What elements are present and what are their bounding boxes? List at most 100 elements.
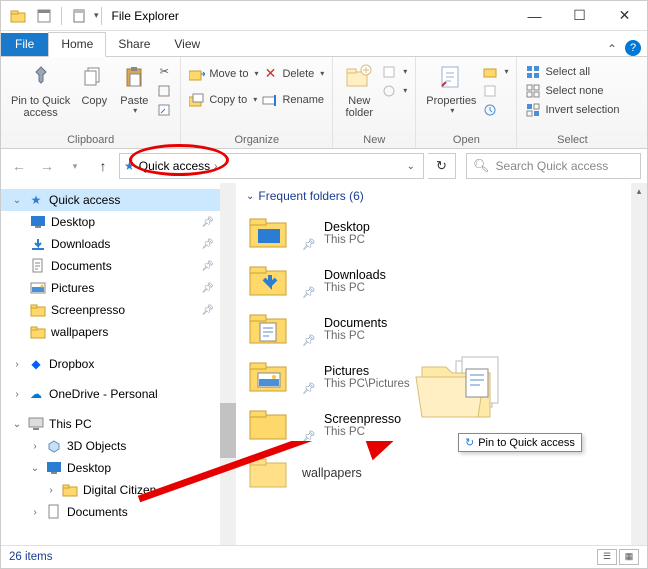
folder-icon	[7, 5, 29, 27]
address-bar[interactable]: ★ Quick access › ⌄	[119, 153, 424, 179]
nav-tp-documents[interactable]: ›Documents	[1, 501, 236, 523]
address-chevron-icon[interactable]: ›	[214, 161, 217, 172]
details-view-button[interactable]: ☰	[597, 549, 617, 565]
up-button[interactable]: ↑	[91, 154, 115, 178]
edit-button[interactable]	[480, 82, 510, 100]
properties-icon[interactable]	[68, 5, 90, 27]
dropbox-icon: ◆	[27, 355, 45, 373]
nav-this-pc[interactable]: ⌄This PC	[1, 413, 236, 435]
delete-button[interactable]: ✕Delete▾	[260, 61, 326, 87]
cut-button[interactable]: ✂	[154, 63, 174, 81]
new-folder-button[interactable]: New folder	[339, 59, 379, 121]
icons-view-button[interactable]: ▦	[619, 549, 639, 565]
select-none-button[interactable]: Select none	[523, 82, 621, 100]
pin-to-quick-access-button[interactable]: Pin to Quick access	[7, 59, 74, 121]
tab-file[interactable]: File	[1, 33, 48, 56]
folder-item-pictures[interactable]: 📌︎ PicturesThis PC\Pictures	[236, 353, 647, 401]
folder-icon	[29, 301, 47, 319]
folder-item-documents[interactable]: 📌︎ DocumentsThis PC	[236, 305, 647, 353]
copy-to-button[interactable]: Copy to▾	[187, 87, 260, 113]
pin-icon: 📌︎	[201, 239, 214, 250]
nav-screenpresso[interactable]: Screenpresso📌︎	[1, 299, 236, 321]
folder-name: Screenpresso	[324, 412, 401, 426]
properties-button[interactable]: Properties▾	[422, 59, 480, 118]
copy-path-button[interactable]	[154, 82, 174, 100]
back-button[interactable]: ←	[7, 154, 31, 178]
qat-dropdown-icon[interactable]: ▾	[94, 10, 99, 21]
open-button[interactable]: ▾	[480, 63, 510, 81]
nav-3d-objects[interactable]: ›3D Objects	[1, 435, 236, 457]
move-to-button[interactable]: Move to▾	[187, 61, 260, 87]
folder-item-screenpresso[interactable]: 📌︎ ScreenpressoThis PC	[236, 401, 647, 449]
paste-button[interactable]: Paste▾	[114, 59, 154, 118]
maximize-button[interactable]: ☐	[557, 1, 602, 31]
folder-item-downloads[interactable]: 📌︎ DownloadsThis PC	[236, 257, 647, 305]
nav-documents[interactable]: Documents📌︎	[1, 255, 236, 277]
folder-icon	[61, 481, 79, 499]
minimize-button[interactable]: —	[512, 1, 557, 31]
folder-item-desktop[interactable]: 📌︎ DesktopThis PC	[236, 209, 647, 257]
group-organize: Move to▾ Copy to▾ ✕Delete▾ Rename Organi…	[181, 57, 333, 148]
folder-item-wallpapers[interactable]: wallpapers	[236, 449, 647, 497]
paste-icon	[118, 61, 150, 93]
group-header[interactable]: ⌄Frequent folders (6)	[236, 183, 647, 209]
invert-selection-button[interactable]: Invert selection	[523, 101, 621, 119]
documents-icon	[29, 257, 47, 275]
new-window-icon[interactable]	[33, 5, 55, 27]
help-icon[interactable]: ?	[625, 40, 641, 56]
pin-action-icon: ↻	[465, 436, 474, 449]
rename-icon	[262, 92, 278, 108]
nav-wallpapers[interactable]: wallpapers	[1, 321, 236, 343]
select-all-icon	[525, 64, 541, 80]
folder-location: This PC	[324, 282, 386, 294]
downloads-folder-icon	[246, 261, 294, 301]
group-select: Select all Select none Invert selection …	[517, 57, 627, 148]
rename-button[interactable]: Rename	[260, 87, 326, 113]
select-all-button[interactable]: Select all	[523, 63, 621, 81]
refresh-button[interactable]: ↻	[428, 153, 456, 179]
tab-home[interactable]: Home	[48, 32, 106, 57]
pin-icon: 📌︎	[302, 382, 316, 395]
edit-icon	[482, 83, 498, 99]
nav-digital-citizen[interactable]: ›Digital Citizen	[1, 479, 236, 501]
nav-quick-access[interactable]: ⌄★Quick access	[1, 189, 236, 211]
easy-access-button[interactable]: ▾	[379, 82, 409, 100]
nav-dropbox[interactable]: ›◆Dropbox	[1, 353, 236, 375]
3d-objects-icon	[45, 437, 63, 455]
tab-view[interactable]: View	[162, 33, 212, 56]
nav-pictures[interactable]: Pictures📌︎	[1, 277, 236, 299]
documents-icon	[45, 503, 63, 521]
paste-shortcut-button[interactable]	[154, 101, 174, 119]
close-button[interactable]: ✕	[602, 1, 647, 31]
desktop-icon	[29, 213, 47, 231]
nav-downloads[interactable]: Downloads📌︎	[1, 233, 236, 255]
open-icon	[482, 64, 498, 80]
copy-path-icon	[156, 83, 172, 99]
content-pane: ⌄Frequent folders (6) 📌︎ DesktopThis PC …	[236, 183, 647, 545]
nav-scrollbar[interactable]	[220, 183, 236, 545]
folder-location: This PC	[324, 426, 401, 438]
copy-button[interactable]: Copy	[74, 59, 114, 109]
pin-icon: 📌︎	[302, 238, 316, 251]
pin-icon: 📌︎	[302, 286, 316, 299]
search-box[interactable]: 🔍︎ Search Quick access	[466, 153, 641, 179]
collapse-ribbon-icon[interactable]: ⌃	[599, 42, 625, 56]
pictures-folder-icon	[246, 357, 294, 397]
new-item-button[interactable]: ▾	[379, 63, 409, 81]
recent-locations-icon[interactable]: ▾	[63, 154, 87, 178]
group-open: Properties▾ ▾ Open	[416, 57, 517, 148]
tab-share[interactable]: Share	[106, 33, 162, 56]
desktop-folder-icon	[246, 213, 294, 253]
chevron-down-icon: ⌄	[246, 191, 254, 202]
navigation-pane: ⌄★Quick access Desktop📌︎ Downloads📌︎ Doc…	[1, 183, 236, 545]
pin-icon: 📌︎	[302, 430, 316, 443]
nav-onedrive[interactable]: ›☁OneDrive - Personal	[1, 383, 236, 405]
nav-desktop[interactable]: Desktop📌︎	[1, 211, 236, 233]
content-scrollbar[interactable]: ▴	[631, 183, 647, 545]
quick-access-star-icon: ★	[124, 159, 135, 173]
address-dropdown-icon[interactable]: ⌄	[403, 161, 419, 172]
star-icon: ★	[27, 191, 45, 209]
forward-button[interactable]: →	[35, 154, 59, 178]
history-button[interactable]	[480, 101, 510, 119]
nav-tp-desktop[interactable]: ⌄Desktop	[1, 457, 236, 479]
